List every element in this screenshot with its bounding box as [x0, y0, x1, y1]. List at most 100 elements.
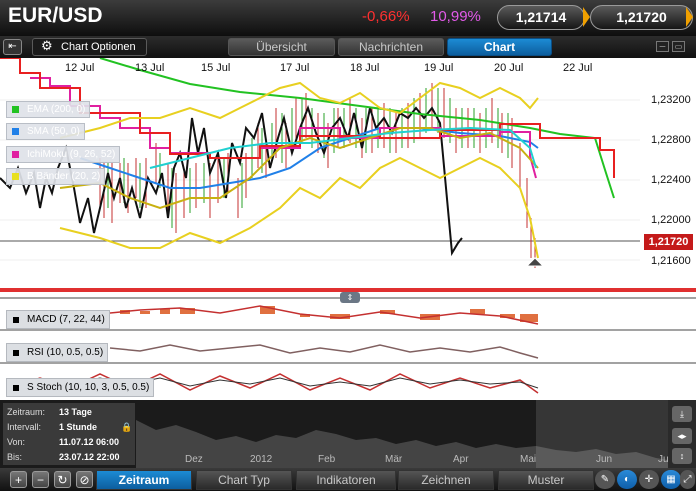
- y-label-0: 1,23200: [651, 94, 691, 106]
- y-label-1: 1,22800: [651, 134, 691, 146]
- navigator-panel: Zeitraum: 13 Tage Intervall: 1 Stunde 🔒 Von…: [0, 400, 696, 468]
- tab-chart-type[interactable]: Chart Typ: [196, 470, 292, 490]
- tab-indicators[interactable]: Indikatoren: [296, 470, 396, 490]
- scroll-horizontal-icon[interactable]: ◂▸: [672, 428, 692, 444]
- x-label-20-jul: 20 Jul: [494, 62, 524, 74]
- bid-price-button[interactable]: 1,21714: [497, 5, 585, 30]
- macd-line: [99, 305, 539, 325]
- bottom-toolbar: + − ↻ ⊘ Zeitraum Chart Typ Indikatoren Z…: [0, 468, 696, 491]
- tab-news[interactable]: Nachrichten: [338, 38, 444, 56]
- zoom-in-button[interactable]: +: [10, 471, 27, 488]
- minimize-icon[interactable]: ─: [656, 41, 669, 52]
- navigation-bar: ⇤ ⚙ Chart Optionen Übersicht Nachrichten…: [0, 36, 696, 58]
- sma-color-icon: [12, 128, 19, 135]
- main-chart-area[interactable]: 12 Jul 13 Jul 15 Jul 17 Jul 18 Jul 19 Ju…: [0, 58, 696, 400]
- scroll-end-icon[interactable]: ⤓: [672, 406, 692, 422]
- settings-icon[interactable]: ◐: [617, 470, 637, 489]
- cancel-button[interactable]: ⊘: [76, 471, 93, 488]
- nav-x-jun: Jun: [596, 454, 613, 465]
- stoch-panel-label[interactable]: S Stoch (10, 10, 3, 0.5, 0.5): [6, 378, 155, 397]
- stoch-label-text: S Stoch (10, 10, 3, 0.5, 0.5): [27, 382, 150, 393]
- tab-patterns[interactable]: Muster: [498, 470, 594, 490]
- stoch-square-icon: [13, 385, 19, 391]
- chart-application: EUR/USD -0,66% 10,99% 1,21714 1,21720 ⇤ …: [0, 0, 696, 491]
- refresh-button[interactable]: ↻: [54, 471, 71, 488]
- range-info-box: Zeitraum: 13 Tage Intervall: 1 Stunde 🔒 Von…: [3, 403, 135, 465]
- panel-resize-handle[interactable]: ⇕: [340, 292, 360, 303]
- x-label-22-jul: 22 Jul: [563, 62, 593, 74]
- scroll-vertical-icon[interactable]: ↕: [672, 448, 692, 464]
- macd-panel-label[interactable]: MACD (7, 22, 44): [6, 310, 110, 329]
- pencil-icon[interactable]: ✎: [595, 470, 615, 489]
- x-label-17-jul: 17 Jul: [280, 62, 310, 74]
- x-label-15-jul: 15 Jul: [201, 62, 231, 74]
- ichimoku-label-text: IchiMoku (9, 26, 52): [27, 149, 116, 160]
- bollinger-label-text: B Bänder (20, 2): [27, 171, 101, 182]
- von-label: Von:: [7, 437, 26, 447]
- lock-icon[interactable]: 🔒: [121, 420, 132, 434]
- x-label-12-jul: 12 Jul: [65, 62, 95, 74]
- nav-x-mai: Mai: [520, 454, 537, 465]
- quote-header: EUR/USD -0,66% 10,99% 1,21714 1,21720: [0, 0, 696, 36]
- nav-x-2012: 2012: [250, 454, 273, 465]
- sma-label-text: SMA (50, 0): [27, 126, 80, 137]
- chart-options-label: Chart Optionen: [61, 41, 136, 53]
- x-label-18-jul: 18 Jul: [350, 62, 380, 74]
- ichimoku-indicator-label[interactable]: IchiMoku (9, 26, 52): [6, 146, 121, 163]
- ema-color-icon: [12, 106, 19, 113]
- y-label-3: 1,22000: [651, 214, 691, 226]
- navigator-scroll-controls: ⤓ ◂▸ ↕: [668, 400, 696, 468]
- crosshair-icon[interactable]: ✛: [639, 470, 659, 489]
- bid-price: 1,21714: [515, 9, 567, 25]
- macd-square-icon: [13, 317, 19, 323]
- volatility-percent: 10,99%: [430, 8, 481, 25]
- zoom-out-button[interactable]: −: [32, 471, 49, 488]
- bollinger-indicator-label[interactable]: B Bänder (20, 2): [6, 168, 106, 185]
- zeitraum-label: Zeitraum:: [7, 407, 46, 417]
- tab-chart[interactable]: Chart: [447, 38, 552, 56]
- nav-x-mar: Mär: [385, 454, 403, 465]
- ichimoku-color-icon: [12, 151, 19, 158]
- symbol-title: EUR/USD: [8, 4, 103, 27]
- bis-label: Bis:: [7, 452, 23, 462]
- ema-indicator-label[interactable]: EMA (200, 0): [6, 101, 91, 118]
- y-label-4: 1,21600: [651, 255, 691, 267]
- x-label-13-jul: 13 Jul: [135, 62, 165, 74]
- intervall-value: 1 Stunde: [59, 422, 98, 432]
- macd-label-text: MACD (7, 22, 44): [27, 314, 105, 325]
- last-price-tag: 1,21720: [644, 234, 693, 250]
- bollinger-lower: [59, 156, 539, 259]
- intervall-label: Intervall:: [7, 422, 42, 432]
- grid-icon[interactable]: ▦: [661, 470, 681, 489]
- tab-drawing[interactable]: Zeichnen: [398, 470, 494, 490]
- ask-price-button[interactable]: 1,21720: [590, 5, 693, 30]
- y-label-2: 1,22400: [651, 174, 691, 186]
- window-split-icon[interactable]: ▭: [672, 41, 685, 52]
- tab-overview[interactable]: Übersicht: [228, 38, 335, 56]
- von-value: 11.07.12 06:00: [59, 437, 120, 447]
- nav-x-dez: Dez: [185, 454, 203, 465]
- current-marker-icon: [525, 257, 545, 267]
- chart-options-button[interactable]: ⚙ Chart Optionen: [32, 38, 147, 56]
- gear-icon: ⚙: [41, 38, 53, 53]
- rsi-panel-label[interactable]: RSI (10, 0.5, 0.5): [6, 343, 109, 362]
- zeitraum-value: 13 Tage: [59, 407, 92, 417]
- ask-price: 1,21720: [616, 9, 667, 25]
- rsi-line: [109, 344, 539, 359]
- zeitraum-row: Zeitraum: 13 Tage: [7, 405, 133, 419]
- buy-arrow-icon: [686, 7, 693, 27]
- tab-zeitraum[interactable]: Zeitraum: [96, 470, 192, 490]
- intervall-row: Intervall: 1 Stunde 🔒: [7, 420, 133, 434]
- sma-indicator-label[interactable]: SMA (50, 0): [6, 123, 85, 140]
- expand-icon[interactable]: ⤢: [680, 470, 695, 489]
- bollinger-color-icon: [12, 173, 19, 180]
- x-label-19-jul: 19 Jul: [424, 62, 454, 74]
- von-row: Von: 11.07.12 06:00: [7, 435, 133, 449]
- back-button[interactable]: ⇤: [3, 39, 22, 55]
- sell-arrow-icon: [583, 7, 590, 27]
- rsi-label-text: RSI (10, 0.5, 0.5): [27, 347, 104, 358]
- change-percent: -0,66%: [362, 8, 410, 25]
- bis-row: Bis: 23.07.12 22:00: [7, 450, 133, 464]
- ema-label-text: EMA (200, 0): [27, 104, 86, 115]
- bis-value: 23.07.12 22:00: [59, 452, 120, 462]
